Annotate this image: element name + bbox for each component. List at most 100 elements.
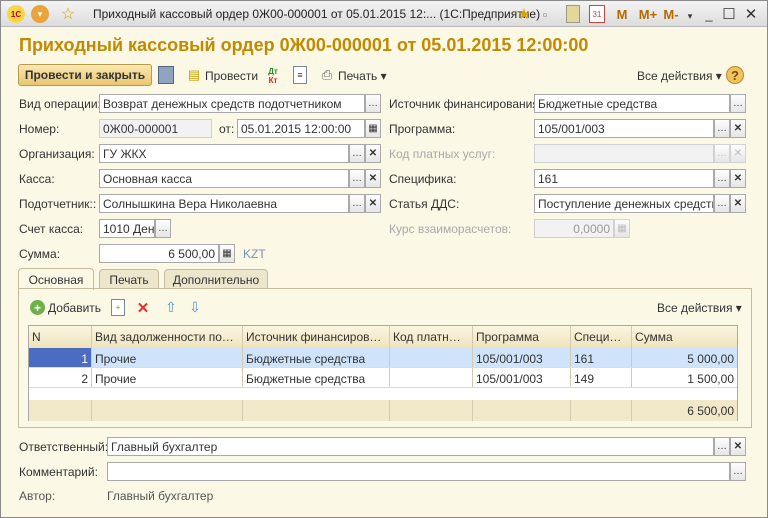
cell-funding-source[interactable]: Бюджетные средства bbox=[243, 368, 390, 387]
date-label: от: bbox=[219, 122, 235, 136]
funding-source-field[interactable]: Бюджетные средства bbox=[534, 94, 730, 113]
responsible-field[interactable]: Главный бухгалтер bbox=[107, 437, 714, 456]
cash-account-label: Счет касса: bbox=[19, 222, 84, 236]
debt-table: N Вид задолженности подот... Источник фи… bbox=[28, 325, 738, 421]
program-clear-button[interactable]: ✕ bbox=[730, 119, 746, 138]
program-label: Программа: bbox=[389, 122, 456, 136]
cash-clear-button[interactable]: ✕ bbox=[365, 169, 381, 188]
help-button[interactable]: ? bbox=[726, 66, 744, 84]
comment-field[interactable] bbox=[107, 462, 730, 481]
specifics-clear-button[interactable]: ✕ bbox=[730, 169, 746, 188]
more-chevron-icon[interactable]: ▾ bbox=[685, 7, 695, 25]
calendar-icon[interactable]: 31 bbox=[589, 5, 605, 23]
tab-main[interactable]: Основная bbox=[18, 268, 94, 290]
calendar-button[interactable]: ▦ bbox=[365, 119, 381, 138]
tab-print[interactable]: Печать bbox=[99, 269, 159, 289]
copy-row-icon[interactable]: + bbox=[111, 299, 125, 316]
post-and-close-button[interactable]: Провести и закрыть bbox=[18, 64, 152, 86]
table-footer: 6 500,00 bbox=[29, 400, 737, 421]
report-icon[interactable]: ≡ bbox=[293, 66, 307, 84]
column-debt-type[interactable]: Вид задолженности подот... bbox=[92, 326, 243, 348]
cell-sum[interactable]: 1 500,00 bbox=[632, 368, 737, 387]
close-button[interactable]: ✕ bbox=[743, 5, 759, 23]
rate-label: Курс взаиморасчетов: bbox=[389, 222, 512, 236]
cell-n[interactable]: 2 bbox=[29, 368, 92, 387]
cell-paid-code[interactable] bbox=[390, 348, 473, 367]
cell-sum[interactable]: 5 000,00 bbox=[632, 348, 737, 367]
minimize-button[interactable]: _ bbox=[701, 5, 717, 23]
add-button[interactable]: Добавить bbox=[48, 301, 101, 315]
operation-select-button[interactable]: … bbox=[365, 94, 381, 113]
operation-field[interactable]: Возврат денежных средств подотчетником bbox=[99, 94, 365, 113]
date-field[interactable]: 05.01.2015 12:00:00 bbox=[237, 119, 365, 138]
add-icon[interactable]: + bbox=[30, 300, 45, 315]
1c-logo-icon[interactable]: 1С bbox=[7, 5, 25, 23]
cell-specifics[interactable]: 161 bbox=[571, 348, 632, 367]
memory-m-button[interactable]: M bbox=[615, 5, 629, 23]
delete-icon[interactable]: ✕ bbox=[135, 299, 151, 317]
person-clear-button[interactable]: ✕ bbox=[365, 194, 381, 213]
memory-minus-button[interactable]: M- bbox=[661, 5, 681, 23]
column-program[interactable]: Программа bbox=[473, 326, 571, 348]
post-icon[interactable]: ▤ bbox=[186, 66, 202, 84]
print-button[interactable]: Печать ▾ bbox=[338, 69, 387, 83]
funding-source-select-button[interactable]: … bbox=[730, 94, 746, 113]
cell-debt-type[interactable]: Прочие bbox=[92, 368, 243, 387]
table-row[interactable]: 2 Прочие Бюджетные средства 105/001/003 … bbox=[29, 368, 737, 388]
specifics-field[interactable]: 161 bbox=[534, 169, 714, 188]
move-down-icon[interactable]: ⇩ bbox=[187, 299, 203, 316]
column-sum[interactable]: Сумма bbox=[632, 326, 737, 348]
cash-field[interactable]: Основная касса bbox=[99, 169, 349, 188]
cash-account-field[interactable]: 1010 Дене bbox=[99, 219, 155, 238]
favorite-star-icon[interactable]: ☆ bbox=[59, 5, 77, 23]
post-button[interactable]: Провести bbox=[205, 69, 258, 83]
number-field[interactable]: 0Ж00-000001 bbox=[99, 119, 212, 138]
rate-field: 0,0000 bbox=[534, 219, 614, 238]
column-funding-source[interactable]: Источник финансирования bbox=[243, 326, 390, 348]
responsible-clear-button[interactable]: ✕ bbox=[730, 437, 746, 456]
add-favorite-icon[interactable]: ★ bbox=[515, 5, 533, 23]
cell-paid-code[interactable] bbox=[390, 368, 473, 387]
column-specifics[interactable]: Специф... bbox=[571, 326, 632, 348]
column-paid-code[interactable]: Код платных... bbox=[390, 326, 473, 348]
program-field[interactable]: 105/001/003 bbox=[534, 119, 714, 138]
organization-select-button[interactable]: … bbox=[349, 144, 365, 163]
organization-clear-button[interactable]: ✕ bbox=[365, 144, 381, 163]
account-select-button[interactable]: … bbox=[155, 219, 171, 238]
column-n[interactable]: N bbox=[29, 326, 92, 348]
organization-field[interactable]: ГУ ЖКХ bbox=[99, 144, 349, 163]
cell-debt-type[interactable]: Прочие bbox=[92, 348, 243, 367]
comment-label: Комментарий: bbox=[19, 465, 98, 479]
rate-calculator-button: ▦ bbox=[614, 219, 630, 238]
dds-clear-button[interactable]: ✕ bbox=[730, 194, 746, 213]
table-row[interactable]: 1 Прочие Бюджетные средства 105/001/003 … bbox=[29, 348, 737, 368]
cell-program[interactable]: 105/001/003 bbox=[473, 368, 571, 387]
menu-dropdown-icon[interactable]: ▾ bbox=[31, 5, 49, 23]
program-select-button[interactable]: … bbox=[714, 119, 730, 138]
sum-field[interactable]: 6 500,00 bbox=[99, 244, 219, 263]
dds-field[interactable]: Поступление денежных средств от bbox=[534, 194, 714, 213]
calculator-button[interactable]: ▦ bbox=[219, 244, 235, 263]
move-up-icon[interactable]: ⇧ bbox=[163, 299, 179, 316]
memory-plus-button[interactable]: M+ bbox=[637, 5, 659, 23]
dt-kt-icon[interactable]: Дт Кт bbox=[265, 65, 281, 87]
cell-n[interactable]: 1 bbox=[29, 348, 92, 367]
dds-select-button[interactable]: … bbox=[714, 194, 730, 213]
specifics-select-button[interactable]: … bbox=[714, 169, 730, 188]
comment-edit-button[interactable]: … bbox=[730, 462, 746, 481]
responsible-select-button[interactable]: … bbox=[714, 437, 730, 456]
tab-additional[interactable]: Дополнительно bbox=[164, 269, 268, 289]
table-all-actions-button[interactable]: Все действия ▾ bbox=[657, 301, 742, 315]
all-actions-button[interactable]: Все действия ▾ bbox=[637, 69, 722, 83]
accountable-person-field[interactable]: Солнышкина Вера Николаевна bbox=[99, 194, 349, 213]
maximize-button[interactable]: ☐ bbox=[721, 5, 737, 23]
person-select-button[interactable]: … bbox=[349, 194, 365, 213]
cash-select-button[interactable]: … bbox=[349, 169, 365, 188]
printer-icon[interactable]: ⎙ bbox=[319, 66, 335, 84]
bookmark-icon[interactable]: ▫ bbox=[537, 5, 553, 23]
cell-funding-source[interactable]: Бюджетные средства bbox=[243, 348, 390, 367]
calculator-icon[interactable] bbox=[566, 5, 580, 23]
save-icon[interactable] bbox=[158, 66, 174, 84]
cell-specifics[interactable]: 149 bbox=[571, 368, 632, 387]
cell-program[interactable]: 105/001/003 bbox=[473, 348, 571, 367]
